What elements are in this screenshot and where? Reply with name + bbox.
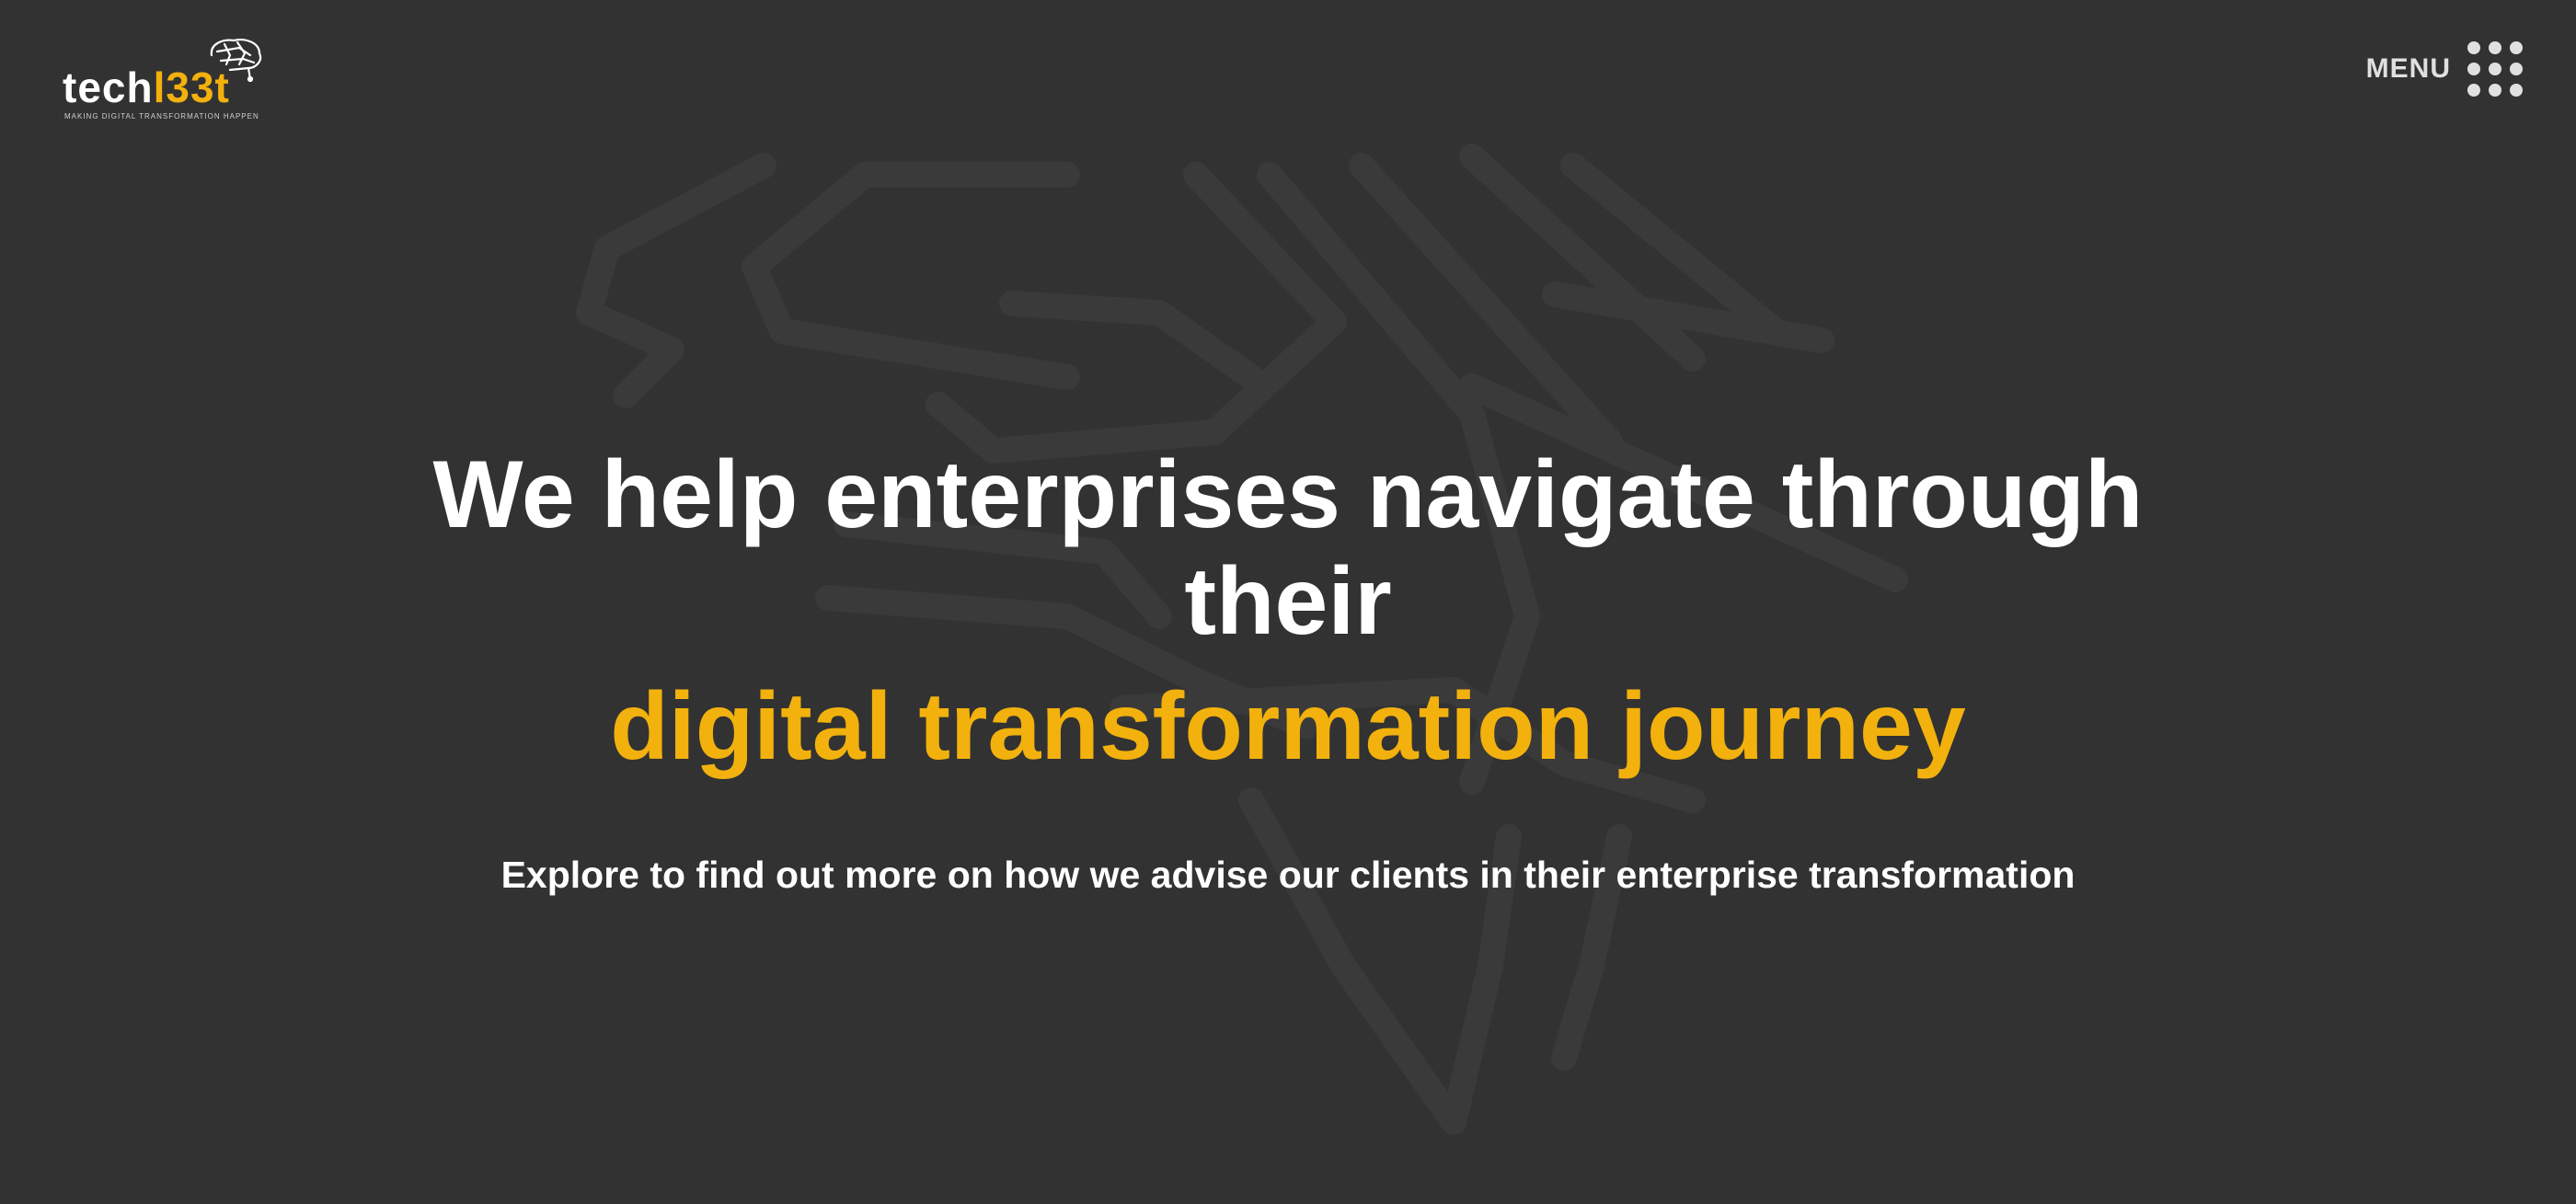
hero-headline: We help enterprises navigate through the…	[432, 441, 2144, 655]
site-logo[interactable]: techl33t MAKING DIGITAL TRANSFORMATION H…	[63, 35, 274, 127]
hero-subheadline: Explore to find out more on how we advis…	[500, 854, 2076, 896]
logo-wordmark: techl33t	[63, 66, 230, 109]
menu-button[interactable]: MENU	[2366, 37, 2523, 101]
hero-section: We help enterprises navigate through the…	[0, 441, 2576, 897]
logo-tagline: MAKING DIGITAL TRANSFORMATION HAPPEN	[64, 112, 259, 120]
logo-wordmark-tech: tech	[63, 63, 154, 111]
hero-highlight: digital transformation journey	[610, 673, 1966, 780]
logo-wordmark-l33t: l33t	[153, 63, 230, 111]
grid-dots-icon	[2467, 41, 2523, 97]
menu-label: MENU	[2365, 53, 2451, 84]
